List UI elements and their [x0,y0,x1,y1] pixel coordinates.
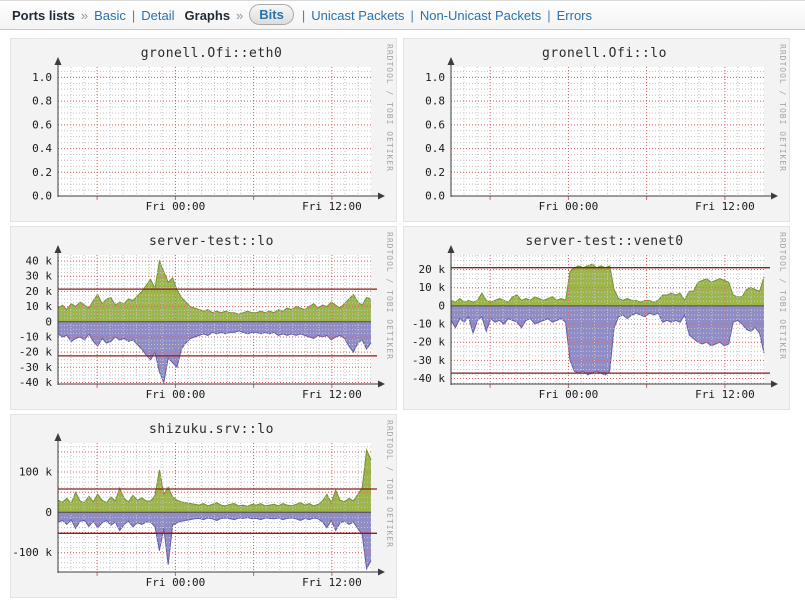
svg-text:30 k: 30 k [26,270,53,283]
nav-link-detail[interactable]: Detail [141,8,174,23]
svg-text:0.4: 0.4 [425,142,445,155]
svg-text:Fri 00:00: Fri 00:00 [146,200,206,213]
pipe-separator: | [302,8,305,23]
svg-text:-20 k: -20 k [19,346,52,359]
svg-text:Fri 00:00: Fri 00:00 [146,388,206,401]
svg-text:Fri 00:00: Fri 00:00 [539,388,599,401]
nav-link-errors[interactable]: Errors [557,8,592,23]
rrd-graph-image: 1.0 0.8 0.6 0.4 0.2 0.0 Fri 00:00 Fri 12:00 [404,39,791,223]
svg-text:0.4: 0.4 [32,142,52,155]
raquo-separator: » [81,8,88,23]
svg-text:Fri 12:00: Fri 12:00 [695,388,755,401]
svg-text:-30 k: -30 k [19,361,52,374]
svg-text:Fri 12:00: Fri 12:00 [695,200,755,213]
rrdtool-watermark: RRDTOOL / TOBI OETIKER [385,44,394,172]
svg-text:0: 0 [438,299,445,312]
svg-text:0: 0 [45,315,52,328]
rrd-graph-image: 20 k 10 k 0 -10 k -20 k -30 k -40 k Fri 00:00 Fr… [404,227,791,411]
svg-text:-30 k: -30 k [412,354,445,367]
rrd-graph-image: 100 k 0 -100 k Fri 00:00 Fri 12:00 [11,415,398,599]
nav-link-basic[interactable]: Basic [94,8,126,23]
svg-text:-20 k: -20 k [412,336,445,349]
svg-text:0.2: 0.2 [425,166,445,179]
tab-bits-active[interactable]: Bits [249,4,294,25]
svg-text:0.6: 0.6 [425,118,445,131]
svg-text:-40 k: -40 k [412,372,445,385]
graph-title: gronell.Ofi::lo [404,46,789,61]
graph-panel-server-test-lo[interactable]: 40 k 30 k 20 k 10 k 0 -10 k -20 k -30 k -40 k Fri… [10,226,397,410]
graph-panel-gronell-ofi-lo[interactable]: 1.0 0.8 0.6 0.4 0.2 0.0 Fri 00:00 Fri 12:00 gron… [403,38,790,222]
graph-title: server-test::lo [11,234,396,249]
ports-graphs-page: Ports lists » Basic | Detail Graphs » Bi… [0,0,805,612]
svg-text:10 k: 10 k [26,300,53,313]
graph-panel-server-test-venet0[interactable]: 20 k 10 k 0 -10 k -20 k -30 k -40 k Fri 00:00 Fr… [403,226,790,410]
svg-text:1.0: 1.0 [425,71,445,84]
graphs-label: Graphs [185,8,231,23]
graph-title: server-test::venet0 [404,234,789,249]
svg-text:100 k: 100 k [19,466,52,479]
rrdtool-watermark: RRDTOOL / TOBI OETIKER [778,44,787,172]
svg-text:10 k: 10 k [419,281,446,294]
rrdtool-watermark: RRDTOOL / TOBI OETIKER [385,420,394,548]
svg-text:20 k: 20 k [419,263,446,276]
graph-title: gronell.Ofi::eth0 [11,46,396,61]
svg-text:0.2: 0.2 [32,166,52,179]
svg-text:Fri 12:00: Fri 12:00 [302,200,362,213]
rrdtool-watermark: RRDTOOL / TOBI OETIKER [385,232,394,360]
svg-text:0.0: 0.0 [32,190,52,203]
graphs-grid: 1.0 0.8 0.6 0.4 0.2 0.0 Fri 00:00 Fri 12:00 gron… [0,30,805,610]
svg-text:0.0: 0.0 [425,190,445,203]
svg-text:Fri 12:00: Fri 12:00 [302,576,362,589]
svg-text:1.0: 1.0 [32,71,52,84]
svg-text:0.8: 0.8 [425,95,445,108]
svg-text:Fri 12:00: Fri 12:00 [302,388,362,401]
nav-link-unicast-packets[interactable]: Unicast Packets [311,8,404,23]
svg-text:Fri 00:00: Fri 00:00 [146,576,206,589]
svg-text:-10 k: -10 k [19,331,52,344]
svg-text:20 k: 20 k [26,285,53,298]
svg-text:Fri 00:00: Fri 00:00 [539,200,599,213]
rrd-graph-image: 40 k 30 k 20 k 10 k 0 -10 k -20 k -30 k -40 k Fri… [11,227,398,411]
raquo-separator: » [236,8,243,23]
nav-link-non-unicast-packets[interactable]: Non-Unicast Packets [420,8,541,23]
graph-title: shizuku.srv::lo [11,422,396,437]
svg-text:0.6: 0.6 [32,118,52,131]
breadcrumb: Ports lists » Basic | Detail Graphs » Bi… [0,0,805,30]
pipe-separator: | [132,8,135,23]
pipe-separator: | [410,8,413,23]
ports-lists-label: Ports lists [12,8,75,23]
graph-panel-shizuku-srv-lo[interactable]: 100 k 0 -100 k Fri 00:00 Fri 12:00 shizuku.sr… [10,414,397,598]
graph-panel-gronell-ofi-eth0[interactable]: 1.0 0.8 0.6 0.4 0.2 0.0 Fri 00:00 Fri 12:00 gron… [10,38,397,222]
svg-text:0: 0 [45,506,52,519]
pipe-separator: | [547,8,550,23]
rrdtool-watermark: RRDTOOL / TOBI OETIKER [778,232,787,360]
svg-text:-10 k: -10 k [412,318,445,331]
svg-text:0.8: 0.8 [32,95,52,108]
svg-text:-100 k: -100 k [12,546,52,559]
svg-text:40 k: 40 k [26,255,53,268]
svg-text:-40 k: -40 k [19,376,52,389]
rrd-graph-image: 1.0 0.8 0.6 0.4 0.2 0.0 Fri 00:00 Fri 12:00 [11,39,398,223]
